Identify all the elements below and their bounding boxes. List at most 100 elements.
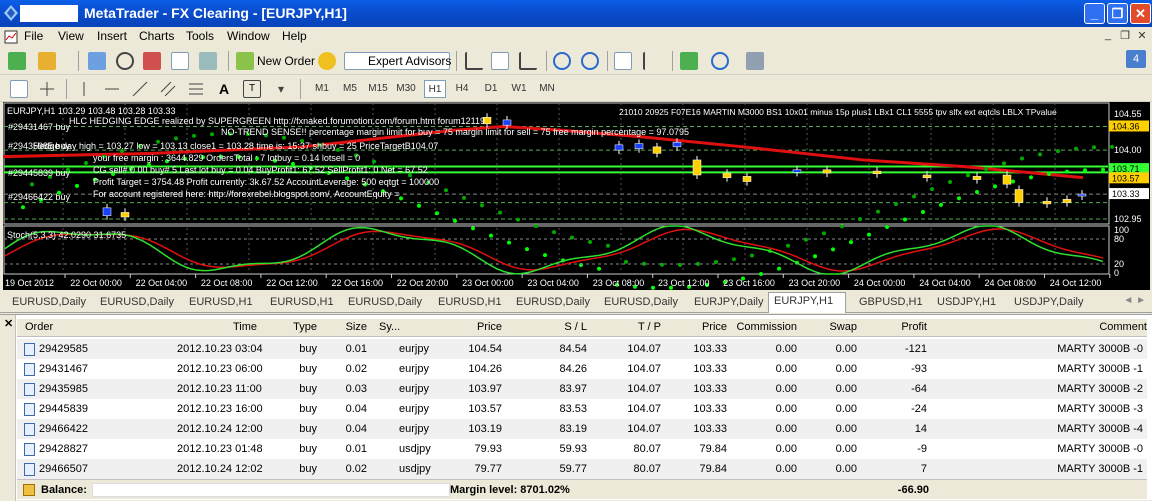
timeframe-h4[interactable]: H4 [451, 80, 473, 98]
timeframe-m5[interactable]: M5 [339, 80, 361, 98]
notification-badge[interactable]: 4 [1126, 50, 1146, 68]
profiles-icon[interactable] [38, 52, 56, 70]
crosshair-icon[interactable] [38, 80, 56, 98]
chart-tab[interactable]: EURUSD,Daily [604, 294, 678, 312]
chart-tab[interactable]: EURUSD,Daily [348, 294, 422, 312]
mdi-restore-button[interactable]: ❐ [1117, 29, 1133, 44]
terminal-close-icon[interactable]: ✕ [4, 317, 13, 330]
terminal-icon[interactable] [171, 52, 189, 70]
order-cell-stop-loss: 84.26 [559, 363, 587, 375]
timeframe-m15[interactable]: M15 [367, 80, 389, 98]
menu-insert[interactable]: Insert [97, 29, 127, 43]
chart-tab[interactable]: EURUSD,Daily [516, 294, 590, 312]
order-row[interactable]: 29466422 2012.10.24 12:00 buy 0.04 eurjpy 103… [17, 419, 1147, 439]
column-header[interactable]: S / L [547, 321, 587, 333]
tester-icon[interactable] [199, 52, 217, 70]
zoom-in-icon[interactable] [553, 52, 571, 70]
chart-window-icon[interactable] [4, 30, 18, 44]
horizontal-line-icon[interactable] [103, 80, 121, 98]
market-watch-icon[interactable] [88, 52, 106, 70]
price-chart[interactable]: 104.55104.36104.00103.71103.57103.33102.… [3, 102, 1150, 290]
trendline-icon[interactable] [131, 80, 149, 98]
column-header[interactable]: Comment [1017, 321, 1147, 333]
mdi-minimize-button[interactable]: _ [1100, 29, 1116, 44]
menu-tools[interactable]: Tools [186, 29, 214, 43]
column-header[interactable]: Price [687, 321, 727, 333]
order-ticket-icon [24, 403, 35, 416]
column-header[interactable]: Type [287, 321, 317, 333]
indicators-icon[interactable] [680, 52, 698, 70]
column-header[interactable]: Order [25, 321, 85, 333]
time-label: 24 Oct 08:00 [985, 278, 1037, 288]
close-button[interactable]: ✕ [1130, 3, 1151, 24]
timeframe-d1[interactable]: D1 [480, 80, 502, 98]
menu-file[interactable]: File [24, 29, 43, 43]
chart-tab[interactable]: EURUSD,H1 [270, 294, 334, 312]
new-order-button[interactable]: New Order [257, 54, 315, 68]
order-ticket-icon [24, 383, 35, 396]
chart-tab[interactable]: GBPUSD,H1 [859, 294, 923, 312]
mdi-close-button[interactable]: ✕ [1134, 29, 1150, 44]
zoom-out-icon[interactable] [581, 52, 599, 70]
order-row[interactable]: 29435985 2012.10.23 11:00 buy 0.03 eurjpy 103… [17, 379, 1147, 399]
chart-tab[interactable]: EURJPY,Daily [694, 294, 764, 312]
new-order-icon[interactable] [236, 52, 254, 70]
column-header[interactable]: Sy... [379, 321, 429, 333]
chart-tab[interactable]: EURUSD,H1 [189, 294, 253, 312]
menu-help[interactable]: Help [282, 29, 307, 43]
vertical-line-icon[interactable] [75, 80, 93, 98]
text-icon[interactable]: A [215, 80, 233, 98]
maximize-button[interactable]: ❐ [1107, 3, 1128, 24]
chart-tab[interactable]: EURUSD,H1 [438, 294, 502, 312]
periods-icon[interactable] [711, 52, 729, 70]
timeframe-h1[interactable]: H1 [424, 80, 446, 98]
fibonacci-icon[interactable] [187, 80, 205, 98]
order-row[interactable]: 29428827 2012.10.23 01:48 buy 0.01 usdjpy 79.… [17, 439, 1147, 459]
order-cell-type: buy [299, 443, 317, 455]
column-header[interactable]: Profit [877, 321, 927, 333]
candle [1042, 201, 1052, 205]
indicator-dot [930, 187, 934, 192]
text-label-icon[interactable]: T [243, 80, 261, 98]
order-row[interactable]: 29466507 2012.10.24 12:02 buy 0.02 usdjpy 79.… [17, 459, 1147, 479]
menu-view[interactable]: View [58, 29, 84, 43]
tab-scroll-arrows[interactable]: ◄ ► [1123, 295, 1146, 306]
bar-chart-icon[interactable] [465, 52, 483, 70]
minimize-button[interactable]: _ [1084, 3, 1105, 24]
column-header[interactable]: Price [467, 321, 502, 333]
templates-icon[interactable] [746, 52, 764, 70]
timeframe-m30[interactable]: M30 [395, 80, 417, 98]
column-header[interactable]: Size [337, 321, 367, 333]
menu-window[interactable]: Window [227, 29, 270, 43]
column-header[interactable]: Swap [817, 321, 857, 333]
chart-tab[interactable]: USDJPY,H1 [937, 294, 996, 312]
new-chart-icon[interactable] [8, 52, 26, 70]
chart-tab[interactable]: EURUSD,Daily [12, 294, 86, 312]
column-header[interactable]: T / P [621, 321, 661, 333]
menu-charts[interactable]: Charts [139, 29, 174, 43]
column-header[interactable]: Commission [727, 321, 797, 333]
arrows-icon[interactable]: ▾ [272, 80, 290, 98]
timeframe-w1[interactable]: W1 [508, 80, 530, 98]
chart-tab[interactable]: EURUSD,Daily [100, 294, 174, 312]
order-row[interactable]: 29431467 2012.10.23 06:00 buy 0.02 eurjpy 104… [17, 359, 1147, 379]
auto-scroll-icon[interactable] [614, 52, 632, 70]
order-row[interactable]: 29429585 2012.10.23 03:04 buy 0.01 eurjpy 104… [17, 339, 1147, 359]
channel-icon[interactable] [159, 80, 177, 98]
chart-shift-icon[interactable] [643, 52, 661, 70]
metaeditor-icon[interactable] [318, 52, 336, 70]
chart-tab[interactable]: EURJPY,H1 [768, 292, 846, 313]
navigator-icon[interactable] [116, 52, 134, 70]
chart-window[interactable]: 104.55 104.36 104.00 103.71 103.57 103.33 102.… [3, 102, 1150, 290]
column-header[interactable]: Time [177, 321, 257, 333]
order-row[interactable]: 29445839 2012.10.23 16:00 buy 0.04 eurjpy 103… [17, 399, 1147, 419]
order-cell-profit: -121 [904, 343, 927, 355]
candlestick-icon[interactable] [491, 52, 509, 70]
timeframe-m1[interactable]: M1 [311, 80, 333, 98]
candle [614, 144, 624, 151]
chart-tab[interactable]: USDJPY,Daily [1014, 294, 1084, 312]
line-chart-icon[interactable] [519, 52, 537, 70]
cursor-icon[interactable] [10, 80, 28, 98]
timeframe-mn[interactable]: MN [536, 80, 558, 98]
data-window-icon[interactable] [143, 52, 161, 70]
